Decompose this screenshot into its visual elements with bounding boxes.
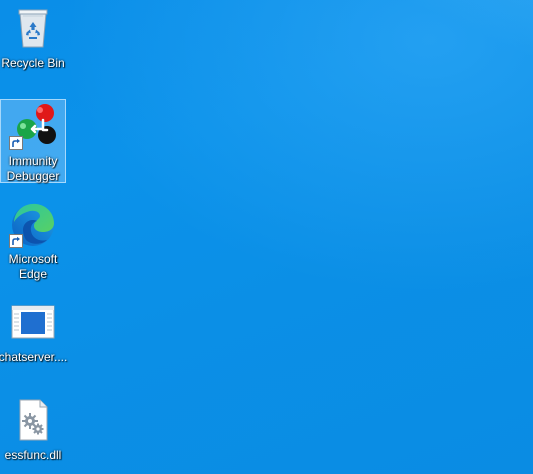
recycle-bin-icon (9, 4, 57, 52)
wallpaper-light-streak (285, 0, 533, 119)
microsoft-edge-icon (9, 200, 57, 248)
desktop-icon-chatserver[interactable]: chatserver.... (0, 296, 69, 365)
recycle-bin-label: Recycle Bin (1, 56, 65, 70)
desktop[interactable]: Recycle Bin Immunity Debugger Microsoft … (0, 0, 533, 474)
wallpaper-glow (0, 0, 533, 474)
shortcut-arrow-icon (9, 136, 23, 150)
desktop-icon-essfunc-dll[interactable]: essfunc.dll (0, 394, 66, 463)
desktop-icon-immunity-debugger[interactable]: Immunity Debugger (0, 99, 66, 183)
application-window-icon (9, 298, 57, 346)
microsoft-edge-label: Microsoft Edge (8, 252, 58, 281)
chatserver-label: chatserver.... (0, 350, 68, 364)
essfunc-dll-label: essfunc.dll (4, 448, 62, 462)
desktop-icon-microsoft-edge[interactable]: Microsoft Edge (0, 198, 66, 282)
immunity-debugger-icon (9, 102, 57, 150)
dll-file-icon (9, 396, 57, 444)
shortcut-arrow-icon (9, 234, 23, 248)
desktop-icon-recycle-bin[interactable]: Recycle Bin (0, 2, 66, 71)
immunity-debugger-label: Immunity Debugger (6, 154, 60, 183)
